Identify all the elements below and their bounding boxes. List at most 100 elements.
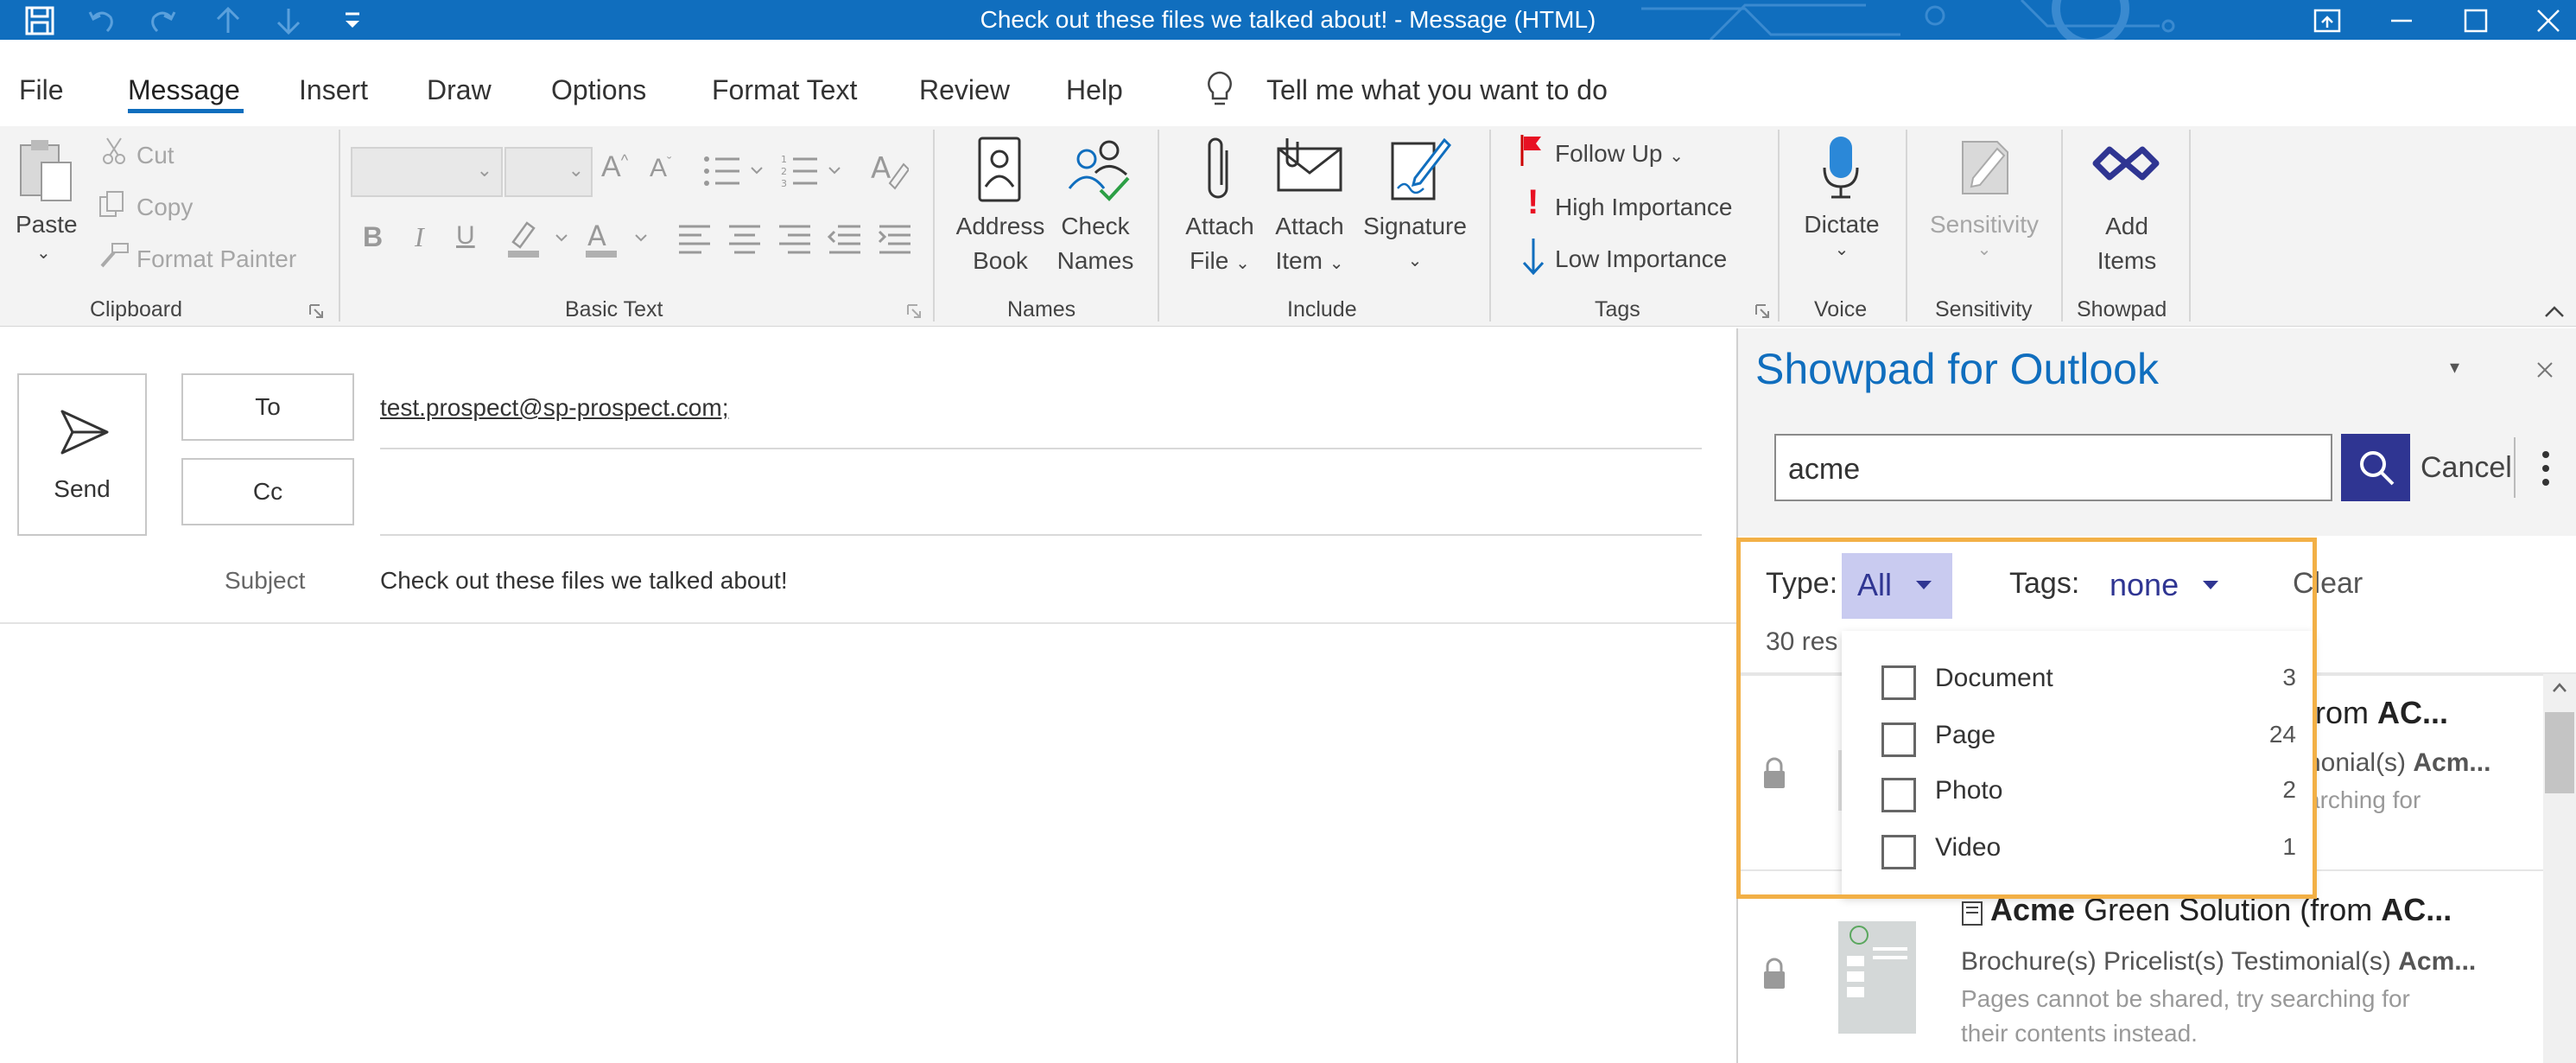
attach-file-button[interactable]: Attach File ⌄	[1183, 209, 1256, 281]
send-button[interactable]: Send	[17, 373, 147, 536]
dictate-button[interactable]: Dictate ⌄	[1799, 211, 1885, 260]
address-book-icon[interactable]	[974, 135, 1026, 204]
to-button[interactable]: To	[181, 373, 354, 441]
low-importance-button[interactable]: Low Importance	[1555, 245, 1727, 273]
tab-review[interactable]: Review	[919, 74, 1010, 106]
check-names-label-line1: Check	[1061, 213, 1130, 239]
tab-insert[interactable]: Insert	[299, 74, 368, 106]
ribbon-display-options-icon[interactable]	[2312, 5, 2343, 36]
cancel-search-button[interactable]: Cancel	[2421, 451, 2512, 485]
close-icon[interactable]	[2533, 5, 2564, 36]
italic-icon[interactable]: I	[415, 221, 424, 253]
tab-draw[interactable]: Draw	[427, 74, 492, 106]
cut-button[interactable]: Cut	[136, 142, 174, 169]
subject-label: Subject	[225, 567, 306, 594]
tell-me-search[interactable]: Tell me what you want to do	[1266, 74, 1608, 106]
results-scrollbar[interactable]	[2543, 674, 2576, 1063]
shrink-font-icon[interactable]: Aˇ	[650, 154, 671, 183]
copy-icon	[99, 191, 124, 217]
ribbon-separator	[1906, 130, 1907, 321]
scrollbar-thumb[interactable]	[2545, 712, 2574, 793]
dialog-launcher-icon[interactable]	[905, 302, 923, 320]
result-tags-match: Acm...	[2413, 748, 2491, 777]
pane-close-icon[interactable]	[2535, 360, 2555, 380]
result-thumbnail	[1838, 921, 1916, 1034]
highlight-color-icon[interactable]	[504, 218, 574, 259]
attach-item-button[interactable]: Attach Item ⌄	[1270, 209, 1349, 281]
check-names-icon[interactable]	[1061, 133, 1133, 206]
signature-label: Signature	[1363, 213, 1467, 239]
add-items-button[interactable]: Add Items	[2084, 209, 2170, 278]
font-name-select[interactable]: ⌄	[351, 147, 503, 197]
maximize-icon[interactable]	[2460, 5, 2491, 36]
to-recipient[interactable]: test.prospect@sp-prospect.com;	[380, 394, 728, 422]
result-note: arching for	[2306, 786, 2421, 813]
signature-button[interactable]: Signature ⌄	[1361, 209, 1469, 278]
tab-format-text[interactable]: Format Text	[712, 74, 857, 106]
alignment-icons[interactable]	[676, 223, 828, 254]
dialog-launcher-icon[interactable]	[1754, 302, 1771, 320]
attach-item-icon[interactable]	[1275, 135, 1344, 195]
paste-dropdown-chevron-icon[interactable]: ⌄	[36, 242, 51, 264]
cc-button[interactable]: Cc	[181, 458, 354, 525]
subject-input[interactable]: Check out these files we talked about!	[380, 567, 788, 595]
font-size-select[interactable]: ⌄	[504, 147, 593, 197]
cc-input[interactable]	[380, 467, 1702, 529]
paste-label[interactable]: Paste	[16, 211, 78, 239]
result-tags-text: nonial(s)	[2306, 748, 2414, 777]
svg-text:A: A	[871, 151, 891, 186]
clear-formatting-icon[interactable]: A	[871, 149, 909, 190]
bullets-icon[interactable]	[701, 152, 771, 190]
dialog-launcher-icon[interactable]	[308, 302, 325, 320]
pane-options-chevron-icon[interactable]: ▾	[2450, 356, 2459, 379]
add-items-label-line2: Items	[2097, 247, 2157, 274]
add-items-label-line1: Add	[2105, 213, 2148, 239]
basic-text-group-label: Basic Text	[565, 297, 663, 321]
font-color-icon[interactable]: A	[584, 218, 653, 259]
chevron-down-icon: ⌄	[1976, 240, 1992, 259]
redo-icon[interactable]	[147, 5, 178, 36]
more-options-icon[interactable]	[2540, 449, 2552, 487]
tab-options[interactable]: Options	[551, 74, 646, 106]
collapse-ribbon-icon[interactable]	[2543, 302, 2566, 320]
microphone-icon[interactable]	[1819, 133, 1862, 202]
paste-icon[interactable]	[16, 137, 76, 206]
clipboard-group-label: Clipboard	[90, 297, 183, 321]
showpad-search-input[interactable]: acme	[1774, 434, 2332, 501]
follow-up-button[interactable]: Follow Up ⌄	[1555, 140, 1684, 168]
tab-file[interactable]: File	[19, 74, 64, 106]
minimize-icon[interactable]	[2386, 5, 2417, 36]
high-importance-button[interactable]: High Importance	[1555, 194, 1732, 221]
signature-icon[interactable]	[1387, 133, 1451, 202]
grow-font-icon[interactable]: A^	[601, 150, 628, 184]
bold-icon[interactable]: B	[363, 221, 383, 253]
check-names-button[interactable]: Check Names	[1052, 209, 1139, 278]
tab-help[interactable]: Help	[1066, 74, 1123, 106]
active-tab-indicator	[128, 109, 244, 113]
cc-field-line	[380, 534, 1702, 536]
scroll-up-icon[interactable]	[2552, 681, 2567, 693]
showpad-logo-icon[interactable]	[2089, 142, 2163, 185]
customize-toolbar-icon[interactable]	[337, 5, 368, 36]
indent-icons[interactable]	[826, 223, 916, 254]
ribbon-separator	[1778, 130, 1780, 321]
address-book-button[interactable]: Address Book	[954, 209, 1047, 278]
to-field-line	[380, 448, 1702, 449]
tab-message[interactable]: Message	[128, 74, 240, 106]
copy-button[interactable]: Copy	[136, 194, 193, 221]
sensitivity-button[interactable]: Sensitivity ⌄	[1919, 211, 2049, 260]
search-button[interactable]	[2341, 434, 2410, 501]
undo-icon[interactable]	[86, 5, 117, 36]
message-body[interactable]	[0, 626, 1736, 1063]
save-icon[interactable]	[24, 5, 55, 36]
result-title-text: from	[2306, 695, 2378, 730]
paperclip-icon[interactable]	[1202, 133, 1237, 207]
underline-icon[interactable]: U	[456, 221, 475, 251]
arrow-up-icon[interactable]	[213, 5, 244, 36]
showpad-pane-title: Showpad for Outlook	[1755, 345, 2159, 393]
arrow-down-icon[interactable]	[273, 5, 304, 36]
numbering-icon[interactable]: 1 2 3	[781, 152, 850, 190]
format-painter-button[interactable]: Format Painter	[136, 245, 296, 273]
result-tags-text: Brochure(s) Pricelist(s) Testimonial(s)	[1961, 947, 2399, 976]
attach-file-label-line2: File ⌄	[1183, 244, 1256, 281]
